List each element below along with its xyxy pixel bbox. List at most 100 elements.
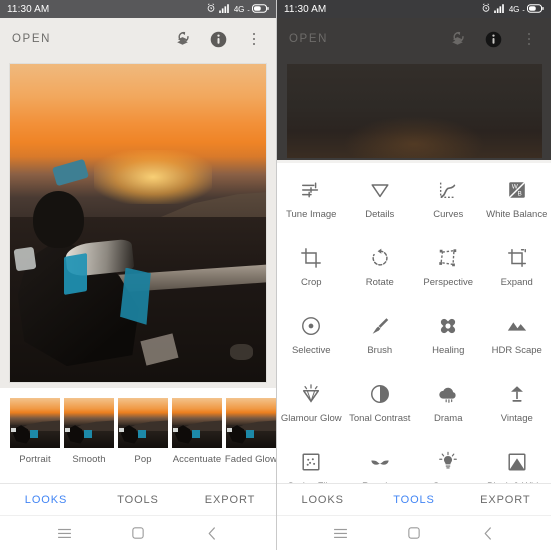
white-balance-wb-icon: W B — [504, 177, 530, 203]
tool-label: Healing — [432, 345, 465, 356]
black-white-icon — [504, 449, 530, 475]
tool-tonal-contrast[interactable]: Tonal Contrast — [346, 371, 415, 439]
tool-perspective[interactable]: Perspective — [414, 235, 483, 303]
network-dots: .. — [522, 5, 525, 13]
left-app-bar-actions — [172, 29, 264, 49]
tool-glamour-glow[interactable]: Glamour Glow — [277, 371, 346, 439]
left-tab-bar: LOOKS TOOLS EXPORT — [0, 483, 276, 515]
tool-drama[interactable]: Drama — [414, 371, 483, 439]
back-chevron-icon[interactable] — [478, 523, 498, 543]
tool-tune-image[interactable]: Tune Image — [277, 167, 346, 235]
tool-retrolux[interactable]: Retrolux — [346, 439, 415, 483]
look-thumbnail[interactable] — [64, 398, 114, 448]
home-square-icon[interactable] — [404, 523, 424, 543]
tool-curves[interactable]: Curves — [414, 167, 483, 235]
look-thumbnail[interactable] — [118, 398, 168, 448]
look-item[interactable]: Portrait — [10, 398, 60, 465]
tool-white-balance[interactable]: W B White Balance — [483, 167, 551, 235]
right-tab-bar: LOOKS TOOLS EXPORT — [277, 483, 551, 515]
right-android-nav-bar — [277, 515, 551, 550]
stacks-undo-icon[interactable] — [447, 29, 467, 49]
look-label: Accentuate — [172, 454, 222, 465]
grunge-icon — [435, 449, 461, 475]
photo-sun-glow — [94, 149, 213, 204]
tab-export[interactable]: EXPORT — [184, 494, 276, 506]
tool-healing[interactable]: Healing — [414, 303, 483, 371]
tool-label: Tune Image — [286, 209, 337, 220]
network-type-label: 4G — [508, 4, 520, 14]
tonal-contrast-circle-icon — [367, 381, 393, 407]
tool-expand[interactable]: Expand — [483, 235, 551, 303]
tool-brush[interactable]: Brush — [346, 303, 415, 371]
tool-black-and-white[interactable]: Black & White — [483, 439, 551, 483]
tool-hdr-scape[interactable]: HDR Scape — [483, 303, 551, 371]
dimmed-photo[interactable] — [286, 64, 542, 158]
status-icons: 4G .. — [481, 0, 544, 18]
right-status-bar: 11:30 AM 4G .. — [277, 0, 551, 18]
looks-filmstrip[interactable]: Portrait Smooth Pop Accentuate Faded Glo… — [0, 388, 276, 483]
expand-icon — [504, 245, 530, 271]
signal-bars-icon — [493, 0, 506, 18]
left-status-bar: 11:30 AM 4G .. — [0, 0, 276, 18]
tool-grunge[interactable]: Grunge — [414, 439, 483, 483]
tab-export[interactable]: EXPORT — [460, 494, 551, 506]
photo-tank-highlight — [63, 252, 87, 295]
tab-tools[interactable]: TOOLS — [368, 494, 459, 506]
retrolux-moustache-icon — [367, 449, 393, 475]
signal-bars-icon — [218, 0, 231, 18]
status-icons: 4G .. — [206, 0, 269, 18]
svg-text:B: B — [517, 191, 521, 198]
alarm-clock-icon — [481, 0, 491, 18]
battery-icon — [252, 0, 269, 18]
back-chevron-icon[interactable] — [202, 523, 222, 543]
look-item[interactable]: Accentuate — [172, 398, 222, 465]
open-label[interactable]: OPEN — [289, 33, 328, 45]
look-thumbnail[interactable] — [10, 398, 60, 448]
left-android-nav-bar — [0, 515, 276, 550]
open-label[interactable]: OPEN — [12, 33, 51, 45]
tool-vintage[interactable]: Vintage — [483, 371, 551, 439]
photo-helmet — [33, 191, 85, 249]
tab-looks[interactable]: LOOKS — [0, 494, 92, 506]
brush-icon — [367, 313, 393, 339]
look-item[interactable]: Pop — [118, 398, 168, 465]
tab-looks[interactable]: LOOKS — [277, 494, 368, 506]
tool-label: Curves — [433, 209, 464, 220]
look-thumbnail[interactable] — [172, 398, 222, 448]
left-phone-panel: 11:30 AM 4G .. OPEN Portrait Smooth Pop … — [0, 0, 276, 550]
overflow-menu-icon[interactable] — [244, 29, 264, 49]
tool-label: Glamour Glow — [280, 413, 342, 424]
tool-crop[interactable]: Crop — [277, 235, 346, 303]
look-item[interactable]: Faded Glow — [225, 398, 276, 465]
recents-icon[interactable] — [330, 523, 350, 543]
tool-selective[interactable]: Selective — [277, 303, 346, 371]
edited-photo[interactable] — [10, 64, 266, 382]
status-time: 11:30 AM — [7, 3, 50, 15]
tab-tools[interactable]: TOOLS — [92, 494, 184, 506]
crop-icon — [298, 245, 324, 271]
network-dots: .. — [247, 5, 250, 13]
info-circle-icon[interactable] — [208, 29, 228, 49]
look-thumbnail[interactable] — [226, 398, 276, 448]
tools-grid: Tune Image Details Curves W B White Bala… — [277, 163, 551, 483]
hdr-mountains-icon — [504, 313, 530, 339]
tool-label: Perspective — [423, 277, 474, 288]
svg-text:W: W — [512, 183, 519, 190]
healing-bandage-icon — [435, 313, 461, 339]
status-time: 11:30 AM — [284, 3, 327, 15]
look-label: Pop — [134, 454, 152, 465]
right-app-bar: OPEN — [277, 18, 551, 60]
info-circle-icon[interactable] — [483, 29, 503, 49]
selective-target-icon — [298, 313, 324, 339]
look-item[interactable]: Smooth — [64, 398, 114, 465]
photo-mirror-secondary — [13, 247, 38, 273]
alarm-clock-icon — [206, 0, 216, 18]
tool-grainy-film[interactable]: Grainy Film — [277, 439, 346, 483]
tool-details[interactable]: Details — [346, 167, 415, 235]
stacks-undo-icon[interactable] — [172, 29, 192, 49]
home-square-icon[interactable] — [128, 523, 148, 543]
tool-label: Rotate — [365, 277, 394, 288]
tool-rotate[interactable]: Rotate — [346, 235, 415, 303]
recents-icon[interactable] — [54, 523, 74, 543]
overflow-menu-icon[interactable] — [519, 29, 539, 49]
